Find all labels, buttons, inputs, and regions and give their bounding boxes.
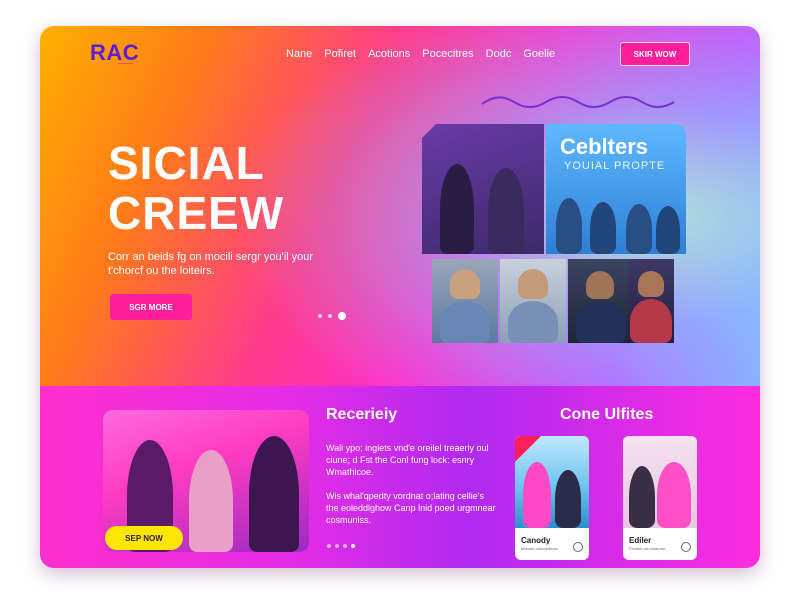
main-nav: Nane Pofiret Acotions Pocecitres Dodc Go… [286,48,555,60]
card-caption: Canody [521,536,551,545]
hero-title-line1: SICIAL [108,137,265,189]
card-subtext: Mcivaie cohodelicsm [521,546,558,551]
see-now-button[interactable]: SEP NOW [105,526,183,550]
card-caption: Ediler [629,536,652,545]
logo-tagline: ——— [118,61,133,67]
team-member-thumbnail[interactable] [568,259,634,343]
nav-item-procedures[interactable]: Pocecitres [422,48,473,60]
conditions-section-title: Cone Ulfites [560,406,654,423]
recent-text-1: Wali ypo; ingiets vnd'e oreilel treaeriy… [326,443,489,477]
hero-carousel-dots [318,312,346,320]
carousel-dot[interactable] [327,544,331,548]
info-icon[interactable] [681,542,691,552]
nav-item-actions[interactable]: Acotions [368,48,410,60]
hero-people-photo [422,124,544,254]
carousel-dot[interactable] [328,314,332,318]
nav-item-profile[interactable]: Pofiret [324,48,356,60]
condition-card[interactable]: Canody Mcivaie cohodelicsm [515,436,589,560]
carousel-dot[interactable] [318,314,322,318]
hero-see-more-button[interactable]: SGR MORE [110,294,192,320]
hero-title: SICIAL CREEW [108,138,284,238]
team-member-thumbnail[interactable] [628,259,674,343]
info-icon[interactable] [573,542,583,552]
recent-section-title: Recerieiy [326,406,398,423]
nav-item-home[interactable]: Nane [286,48,312,60]
wave-decoration [481,96,675,108]
nav-item-docs[interactable]: Dodc [486,48,512,60]
team-member-thumbnail[interactable] [432,259,498,343]
recent-text-2: Wis whal'qpedty vordnat o;lating cellie'… [326,491,496,525]
feature-card[interactable]: Ceblters YOUIAL PROPTE [546,124,686,254]
recent-carousel-dots [327,544,355,548]
carousel-dot[interactable] [343,544,347,548]
condition-card[interactable]: Ediler Fimdoh cei eolarone [623,436,697,560]
header-cta-button[interactable]: SKIR WOW [620,42,690,66]
carousel-dot-active[interactable] [351,544,355,548]
page-frame: RAC ——— Nane Pofiret Acotions Pocecitres… [40,26,760,568]
card-subtext: Fimdoh cei eolarone [629,546,666,551]
hero-description: Corr an beids fg on mocili sergr you'il … [108,251,314,277]
hero-title-line2: CREEW [108,187,285,239]
card-image [623,436,697,528]
team-member-thumbnail[interactable] [500,259,566,343]
carousel-dot[interactable] [335,544,339,548]
nav-item-goals[interactable]: Goelie [523,48,555,60]
carousel-dot-active[interactable] [338,312,346,320]
feature-title: Ceblters [560,134,649,159]
feature-subtitle: YOUIAL PROPTE [564,160,666,172]
